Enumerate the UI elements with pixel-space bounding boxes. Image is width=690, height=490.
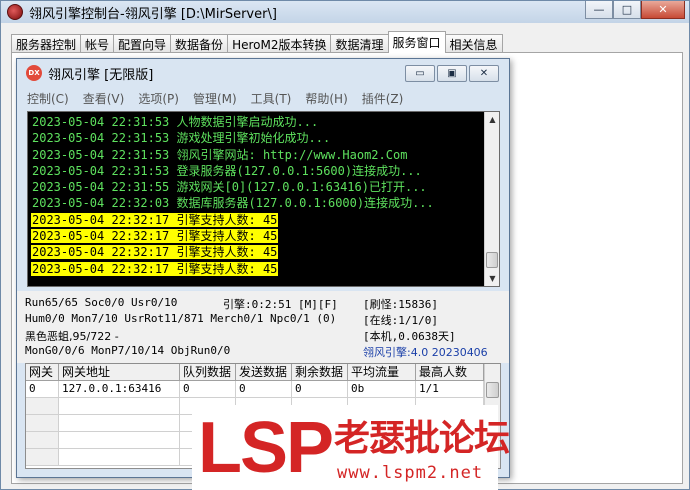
table-cell: [26, 432, 59, 448]
engine-maximize-button[interactable]: ▣: [437, 65, 467, 82]
tab-strip: 服务器控制 帐号 配置向导 数据备份 HeroM2版本转换 数据清理 服务窗口 …: [11, 31, 503, 53]
log-line-text: 2023-05-04 22:31:53 翎风引擎网站: http://www.H…: [32, 147, 408, 162]
log-line: 2023-05-04 22:32:17 引擎支持人数: 45: [31, 228, 486, 244]
menu-manage[interactable]: 管理(M): [193, 90, 237, 107]
menu-bar: 控制(C) 查看(V) 选项(P) 管理(M) 工具(T) 帮助(H) 插件(Z…: [17, 87, 509, 109]
engine-version: 翎风引擎:4.0 20230406: [363, 346, 488, 359]
table-cell: [59, 398, 180, 414]
log-line: 2023-05-04 22:31:53 翎风引擎网站: http://www.H…: [31, 147, 486, 163]
menu-help[interactable]: 帮助(H): [305, 90, 347, 107]
col-gateway-address[interactable]: 网关地址: [59, 364, 180, 380]
close-button[interactable]: ✕: [641, 1, 685, 19]
run-stats: Run65/65 Soc0/0 Usr0/10: [25, 296, 178, 309]
cell-gateway: 0: [26, 381, 59, 397]
watermark-url: www.lspm2.net: [337, 463, 484, 483]
tab-config-wizard[interactable]: 配置向导: [113, 34, 172, 53]
scroll-up-arrow-icon[interactable]: ▲: [485, 112, 499, 127]
log-line-text: 2023-05-04 22:32:17 引擎支持人数: 45: [31, 261, 279, 276]
tab-data-cleanup[interactable]: 数据清理: [330, 34, 389, 53]
tab-service-window[interactable]: 服务窗口: [387, 31, 446, 53]
log-line-text: 2023-05-04 22:32:03 数据库服务器(127.0.0.1:600…: [32, 196, 434, 211]
table-cell: [59, 415, 180, 431]
monster-info: 黑色恶蛆,95/722 -: [25, 330, 119, 343]
watermark-brand: LSP: [198, 408, 334, 488]
tab-related-info[interactable]: 相关信息: [444, 34, 503, 53]
engine-window-controls: ▭ ▣ ✕: [405, 65, 499, 82]
col-sent-data[interactable]: 发送数据: [236, 364, 292, 380]
status-panel: Run65/65 Soc0/0 Usr0/10 引擎:0:2:51 [M][F]…: [17, 291, 509, 363]
table-cell: [59, 432, 180, 448]
log-line-text: 2023-05-04 22:31:53 游戏处理引擎初始化成功...: [32, 131, 331, 146]
log-line-text: 2023-05-04 22:32:17 引擎支持人数: 45: [31, 212, 279, 227]
title-bar[interactable]: 翎风引擎控制台-翎风引擎 [D:\MirServer\] — □ ✕: [1, 1, 689, 23]
log-line: 2023-05-04 22:32:17 引擎支持人数: 45: [31, 212, 486, 228]
tab-server-control[interactable]: 服务器控制: [11, 34, 82, 53]
col-queue-data[interactable]: 队列数据: [180, 364, 236, 380]
cell-queue-data: 0: [180, 381, 236, 397]
table-cell: [59, 449, 180, 465]
table-cell: [26, 398, 59, 414]
minimize-button[interactable]: —: [585, 1, 613, 19]
log-line-text: 2023-05-04 22:31:53 登录服务器(127.0.0.1:5600…: [32, 163, 422, 178]
log-line: 2023-05-04 22:32:17 引擎支持人数: 45: [31, 244, 486, 260]
log-line-text: 2023-05-04 22:32:17 引擎支持人数: 45: [31, 229, 279, 244]
log-line-text: 2023-05-04 22:31:53 人物数据引擎启动成功...: [32, 115, 319, 129]
log-lines: 2023-05-04 22:31:53 人物数据引擎启动成功... 2023-05…: [31, 114, 486, 277]
cell-avg-traffic: 0b: [348, 381, 416, 397]
window-controls: — □ ✕: [585, 1, 685, 19]
col-gateway[interactable]: 网关: [26, 364, 59, 380]
table-row[interactable]: 0 127.0.0.1:63416 0 0 0 0b 1/1: [26, 381, 500, 398]
scroll-down-arrow-icon[interactable]: ▼: [485, 271, 499, 286]
table-cell: [26, 449, 59, 465]
tab-account[interactable]: 帐号: [80, 34, 115, 53]
engine-window-title: 翎风引擎 [无限版]: [48, 67, 154, 83]
log-line: 2023-05-04 22:31:53 人物数据引擎启动成功...: [31, 114, 486, 130]
cell-gateway-address: 127.0.0.1:63416: [59, 381, 180, 397]
engine-title-bar[interactable]: DX 翎风引擎 [无限版] ▭ ▣ ✕: [17, 59, 509, 87]
watermark-forum-name: 老瑟批论坛: [334, 418, 510, 459]
online-count: [在线:1/1/0]: [363, 314, 438, 327]
local-uptime: [本机,0.0638天]: [363, 330, 456, 343]
log-line: 2023-05-04 22:32:03 数据库服务器(127.0.0.1:600…: [31, 195, 486, 211]
engine-time: 引擎:0:2:51 [M][F]: [223, 298, 338, 311]
engine-close-button[interactable]: ✕: [469, 65, 499, 82]
tab-data-backup[interactable]: 数据备份: [170, 34, 229, 53]
engine-minimize-button[interactable]: ▭: [405, 65, 435, 82]
log-line: 2023-05-04 22:31:53 登录服务器(127.0.0.1:5600…: [31, 163, 486, 179]
monster-stats: MonG0/0/6 MonP7/10/14 ObjRun0/0: [25, 344, 231, 357]
tab-herom2-convert[interactable]: HeroM2版本转换: [227, 34, 332, 53]
table-scroll-thumb[interactable]: [486, 382, 499, 398]
cell-remaining-data: 0: [292, 381, 348, 397]
maximize-button[interactable]: □: [613, 1, 641, 19]
log-scrollbar[interactable]: ▲ ▼: [484, 112, 499, 286]
human-stats: Hum0/0 Mon7/10 UsrRot11/871 Merch0/1 Npc…: [25, 312, 337, 325]
log-line: 2023-05-04 22:31:55 游戏网关[0](127.0.0.1:63…: [31, 179, 486, 195]
log-line: 2023-05-04 22:31:53 游戏处理引擎初始化成功...: [31, 130, 486, 146]
refresh-monster-count: [刷怪:15836]: [363, 298, 438, 311]
cell-max-users: 1/1: [416, 381, 484, 397]
col-max-users[interactable]: 最高人数: [416, 364, 484, 380]
menu-options[interactable]: 选项(P): [138, 90, 179, 107]
table-cell: [26, 415, 59, 431]
forum-watermark: LSP 老瑟批论坛 www.lspm2.net: [192, 405, 510, 490]
gateway-table-header: 网关 网关地址 队列数据 发送数据 剩余数据 平均流量 最高人数: [26, 364, 500, 381]
log-line-text: 2023-05-04 22:31:55 游戏网关[0](127.0.0.1:63…: [32, 180, 427, 195]
app-logo-icon: [7, 4, 23, 20]
scroll-thumb[interactable]: [486, 252, 498, 268]
log-line-text: 2023-05-04 22:32:17 引擎支持人数: 45: [31, 245, 279, 260]
menu-plugins[interactable]: 插件(Z): [362, 90, 404, 107]
menu-view[interactable]: 查看(V): [83, 90, 125, 107]
cell-sent-data: 0: [236, 381, 292, 397]
col-remaining-data[interactable]: 剩余数据: [292, 364, 348, 380]
menu-tools[interactable]: 工具(T): [251, 90, 292, 107]
window-title: 翎风引擎控制台-翎风引擎 [D:\MirServer\]: [29, 6, 277, 22]
dx-logo-icon: DX: [26, 65, 42, 81]
log-console[interactable]: 2023-05-04 22:31:53 人物数据引擎启动成功... 2023-05…: [27, 111, 500, 287]
log-line: 2023-05-04 22:32:17 引擎支持人数: 45: [31, 261, 486, 277]
menu-control[interactable]: 控制(C): [27, 90, 69, 107]
col-avg-traffic[interactable]: 平均流量: [348, 364, 416, 380]
